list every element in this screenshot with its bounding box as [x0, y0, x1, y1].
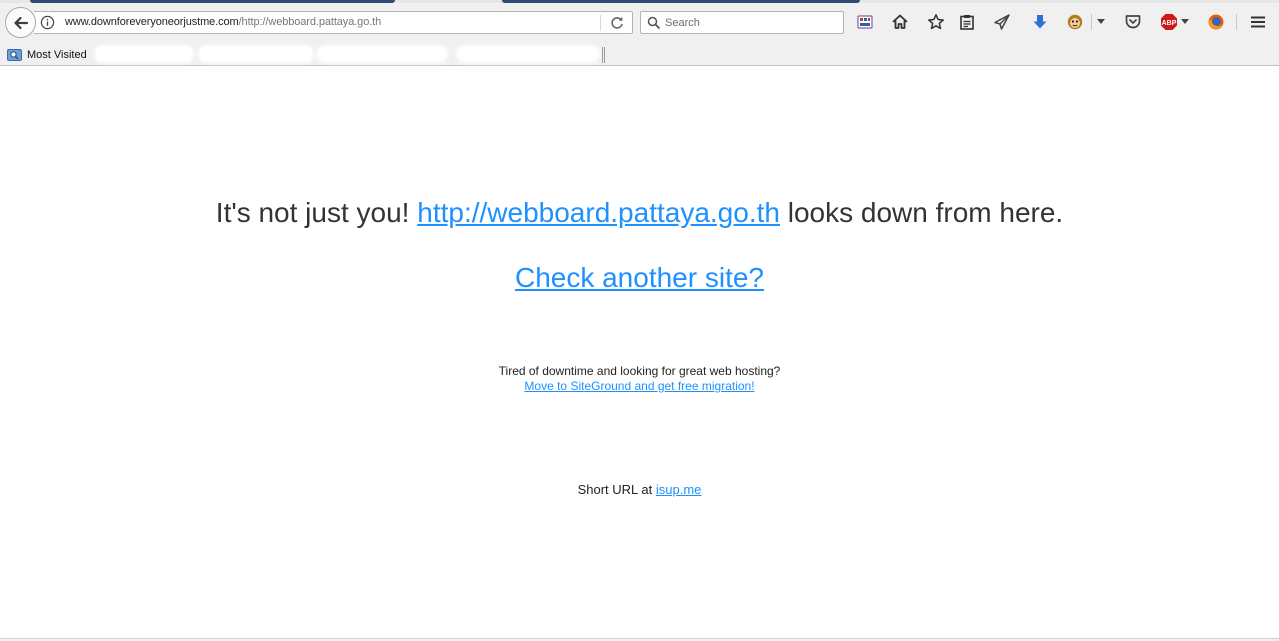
search-icon: [647, 16, 661, 30]
status-headline: It's not just you! http://webboard.patta…: [0, 197, 1279, 229]
extension-button[interactable]: [855, 12, 875, 32]
hosting-ad-link-row: Move to SiteGround and get free migratio…: [0, 379, 1279, 393]
navigation-toolbar: www.downforeveryoneorjustme.com/http://w…: [0, 3, 1279, 43]
adblock-button[interactable]: ABP: [1159, 12, 1179, 32]
hosting-ad-text: Tired of downtime and looking for great …: [498, 364, 781, 378]
pocket-button[interactable]: [1123, 12, 1143, 32]
back-arrow-icon: [13, 16, 28, 29]
bookmark-star-button[interactable]: [926, 12, 946, 32]
firefox-button[interactable]: [1206, 12, 1226, 32]
info-icon[interactable]: [40, 15, 55, 30]
extension-icon: [857, 15, 873, 29]
reading-list-button[interactable]: [957, 12, 977, 32]
hamburger-menu-icon: [1251, 16, 1265, 28]
bookmarks-overflow-separator: [602, 47, 605, 63]
bookmark-item[interactable]: [458, 47, 598, 61]
checked-site-link[interactable]: http://webboard.pattaya.go.th: [417, 197, 780, 228]
search-bar[interactable]: [640, 11, 844, 34]
greasemonkey-menu-button[interactable]: [1094, 12, 1108, 32]
firefox-icon: [1208, 14, 1224, 30]
download-arrow-icon: [1033, 15, 1047, 29]
clipboard-icon: [960, 15, 974, 30]
adblock-badge-text: ABP: [1162, 20, 1177, 27]
short-url-line: Short URL at isup.me: [0, 482, 1279, 497]
folder-search-icon: [7, 48, 22, 61]
url-path: /http://webboard.pattaya.go.th: [238, 16, 382, 28]
greasemonkey-icon: [1067, 14, 1083, 30]
most-visited-folder[interactable]: Most Visited: [7, 46, 87, 63]
short-url-link[interactable]: isup.me: [656, 482, 702, 497]
toolbar-divider: [1236, 14, 1237, 30]
star-icon: [928, 14, 944, 30]
address-bar[interactable]: www.downforeveryoneorjustme.com/http://w…: [34, 11, 633, 34]
send-button[interactable]: [992, 12, 1012, 32]
paper-plane-icon: [994, 14, 1010, 30]
reload-icon[interactable]: [609, 15, 625, 31]
url-domain: www.downforeveryoneorjustme.com: [65, 16, 239, 28]
page-content: It's not just you! http://webboard.patta…: [0, 67, 1279, 639]
back-button[interactable]: [5, 7, 36, 38]
headline-prefix: It's not just you!: [215, 197, 410, 228]
adblock-menu-button[interactable]: [1179, 12, 1191, 32]
home-button[interactable]: [890, 12, 910, 32]
downloads-button[interactable]: [1030, 12, 1050, 32]
search-input[interactable]: [665, 15, 835, 31]
greasemonkey-button[interactable]: [1065, 12, 1085, 32]
home-icon: [892, 14, 908, 29]
chevron-down-icon: [1097, 19, 1105, 24]
check-another-site-label: Check another site?: [514, 262, 765, 293]
short-url-prefix: Short URL at: [577, 482, 653, 497]
headline-suffix: looks down from here.: [787, 197, 1064, 228]
url-divider: [600, 15, 601, 31]
hosting-ad-link[interactable]: Move to SiteGround and get free migratio…: [524, 379, 754, 393]
bookmark-item[interactable]: [200, 47, 312, 61]
bookmarks-toolbar: Most Visited: [0, 43, 1279, 66]
pocket-icon: [1125, 15, 1141, 29]
chevron-down-icon: [1181, 19, 1189, 24]
url-text[interactable]: www.downforeveryoneorjustme.com/http://w…: [65, 16, 381, 28]
most-visited-label: Most Visited: [27, 48, 87, 61]
menu-button[interactable]: [1248, 12, 1268, 32]
toolbar-divider: [1091, 14, 1092, 30]
adblock-plus-icon: ABP: [1161, 14, 1177, 30]
check-another-site-link[interactable]: Check another site?: [0, 262, 1279, 294]
bookmark-item[interactable]: [318, 47, 446, 61]
bookmark-item[interactable]: [96, 47, 192, 61]
